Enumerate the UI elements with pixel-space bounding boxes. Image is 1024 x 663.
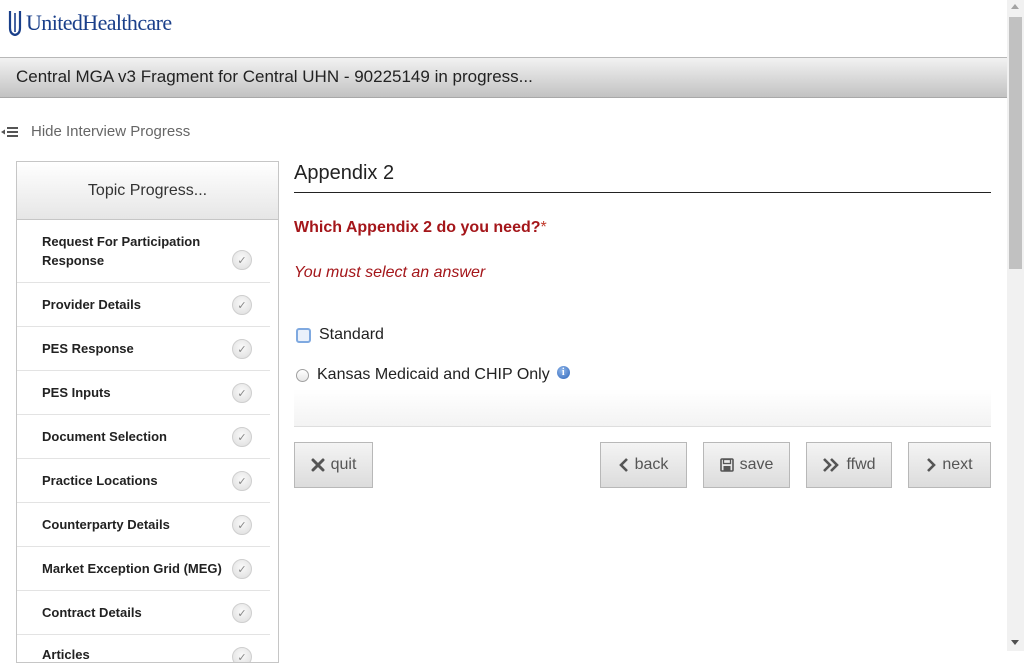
required-marker: *: [540, 219, 547, 236]
option-label: Kansas Medicaid and CHIP Only: [317, 366, 550, 383]
brand-logo[interactable]: UnitedHealthcare: [8, 10, 172, 36]
option-standard[interactable]: Standard: [296, 326, 384, 344]
question-panel: Appendix 2 Which Appendix 2 do you need?…: [294, 158, 991, 427]
page-scrollbar[interactable]: [1007, 0, 1024, 651]
floppy-disk-icon: [719, 458, 734, 472]
topic-label: Request For Participation Response: [42, 234, 201, 268]
topic-item-counterparty-details[interactable]: Counterparty Details ✓: [17, 503, 270, 547]
question-text: Which Appendix 2 do you need?*: [294, 219, 991, 237]
topic-label: Contract Details: [42, 605, 142, 620]
topic-item-pes-response[interactable]: PES Response ✓: [17, 327, 270, 371]
topic-label: Document Selection: [42, 429, 167, 444]
check-icon: ✓: [232, 250, 252, 270]
question-label: Which Appendix 2 do you need?: [294, 219, 541, 236]
topic-label: Articles: [42, 647, 90, 662]
topic-label: Provider Details: [42, 297, 141, 312]
next-label: next: [942, 456, 973, 473]
next-button[interactable]: next: [908, 442, 991, 488]
topic-label: Practice Locations: [42, 473, 158, 488]
hide-interview-progress-toggle[interactable]: Hide Interview Progress: [1, 123, 190, 140]
chevron-left-icon: [618, 458, 629, 472]
ffwd-button[interactable]: ffwd: [806, 442, 892, 488]
quit-label: quit: [330, 456, 357, 473]
validation-error: You must select an answer: [294, 264, 486, 281]
topic-item-provider-details[interactable]: Provider Details ✓: [17, 283, 270, 327]
double-chevron-right-icon: [822, 458, 840, 472]
check-icon: ✓: [232, 471, 252, 491]
radio-button[interactable]: [296, 368, 309, 382]
topic-label: Counterparty Details: [42, 517, 170, 532]
page-title: Central MGA v3 Fragment for Central UHN …: [16, 67, 533, 86]
check-icon: ✓: [232, 559, 252, 579]
check-icon: ✓: [232, 647, 252, 662]
option-label: Standard: [319, 326, 384, 343]
check-icon: ✓: [232, 383, 252, 403]
brand-name: UnitedHealthcare: [26, 10, 172, 35]
hide-progress-label: Hide Interview Progress: [31, 123, 191, 140]
check-icon: ✓: [232, 339, 252, 359]
chevron-right-icon: [926, 458, 937, 472]
check-icon: ✓: [232, 427, 252, 447]
section-title: Appendix 2: [294, 158, 991, 193]
topic-label: Market Exception Grid (MEG): [42, 561, 222, 576]
save-button[interactable]: save: [703, 442, 790, 488]
option-kansas-medicaid-chip[interactable]: Kansas Medicaid and CHIP Only i: [296, 365, 570, 384]
scroll-down-arrow-icon[interactable]: [1011, 640, 1019, 645]
scroll-up-arrow-icon[interactable]: [1011, 4, 1019, 9]
topic-item-request-for-participation[interactable]: Request For Participation Response ✓: [17, 220, 270, 283]
topic-item-pes-inputs[interactable]: PES Inputs ✓: [17, 371, 270, 415]
logo-header: UnitedHealthcare: [0, 0, 1007, 57]
info-icon[interactable]: i: [556, 365, 570, 379]
uhc-shield-icon: [8, 11, 22, 36]
topic-item-market-exception-grid[interactable]: Market Exception Grid (MEG) ✓: [17, 547, 270, 591]
back-label: back: [634, 456, 669, 473]
back-button[interactable]: back: [600, 442, 687, 488]
collapse-list-icon: [1, 126, 18, 137]
topic-label: PES Response: [42, 341, 134, 356]
topic-item-document-selection[interactable]: Document Selection ✓: [17, 415, 270, 459]
radio-button[interactable]: [296, 327, 311, 343]
answer-options: Standard Kansas Medicaid and CHIP Only i: [294, 304, 991, 427]
topic-item-practice-locations[interactable]: Practice Locations ✓: [17, 459, 270, 503]
topic-progress-panel: Topic Progress... Request For Participat…: [16, 161, 279, 663]
topic-label: PES Inputs: [42, 385, 111, 400]
check-icon: ✓: [232, 603, 252, 623]
ffwd-label: ffwd: [846, 456, 876, 473]
close-icon: [311, 458, 325, 472]
scrollbar-thumb[interactable]: [1009, 17, 1022, 269]
topic-item-contract-details[interactable]: Contract Details ✓: [17, 591, 270, 635]
check-icon: ✓: [232, 295, 252, 315]
topic-progress-heading: Topic Progress...: [17, 162, 278, 220]
topic-item-articles[interactable]: Articles ✓: [17, 635, 270, 662]
interview-title-bar: Central MGA v3 Fragment for Central UHN …: [0, 57, 1007, 98]
check-icon: ✓: [232, 515, 252, 535]
quit-button[interactable]: quit: [294, 442, 373, 488]
save-label: save: [739, 456, 774, 473]
